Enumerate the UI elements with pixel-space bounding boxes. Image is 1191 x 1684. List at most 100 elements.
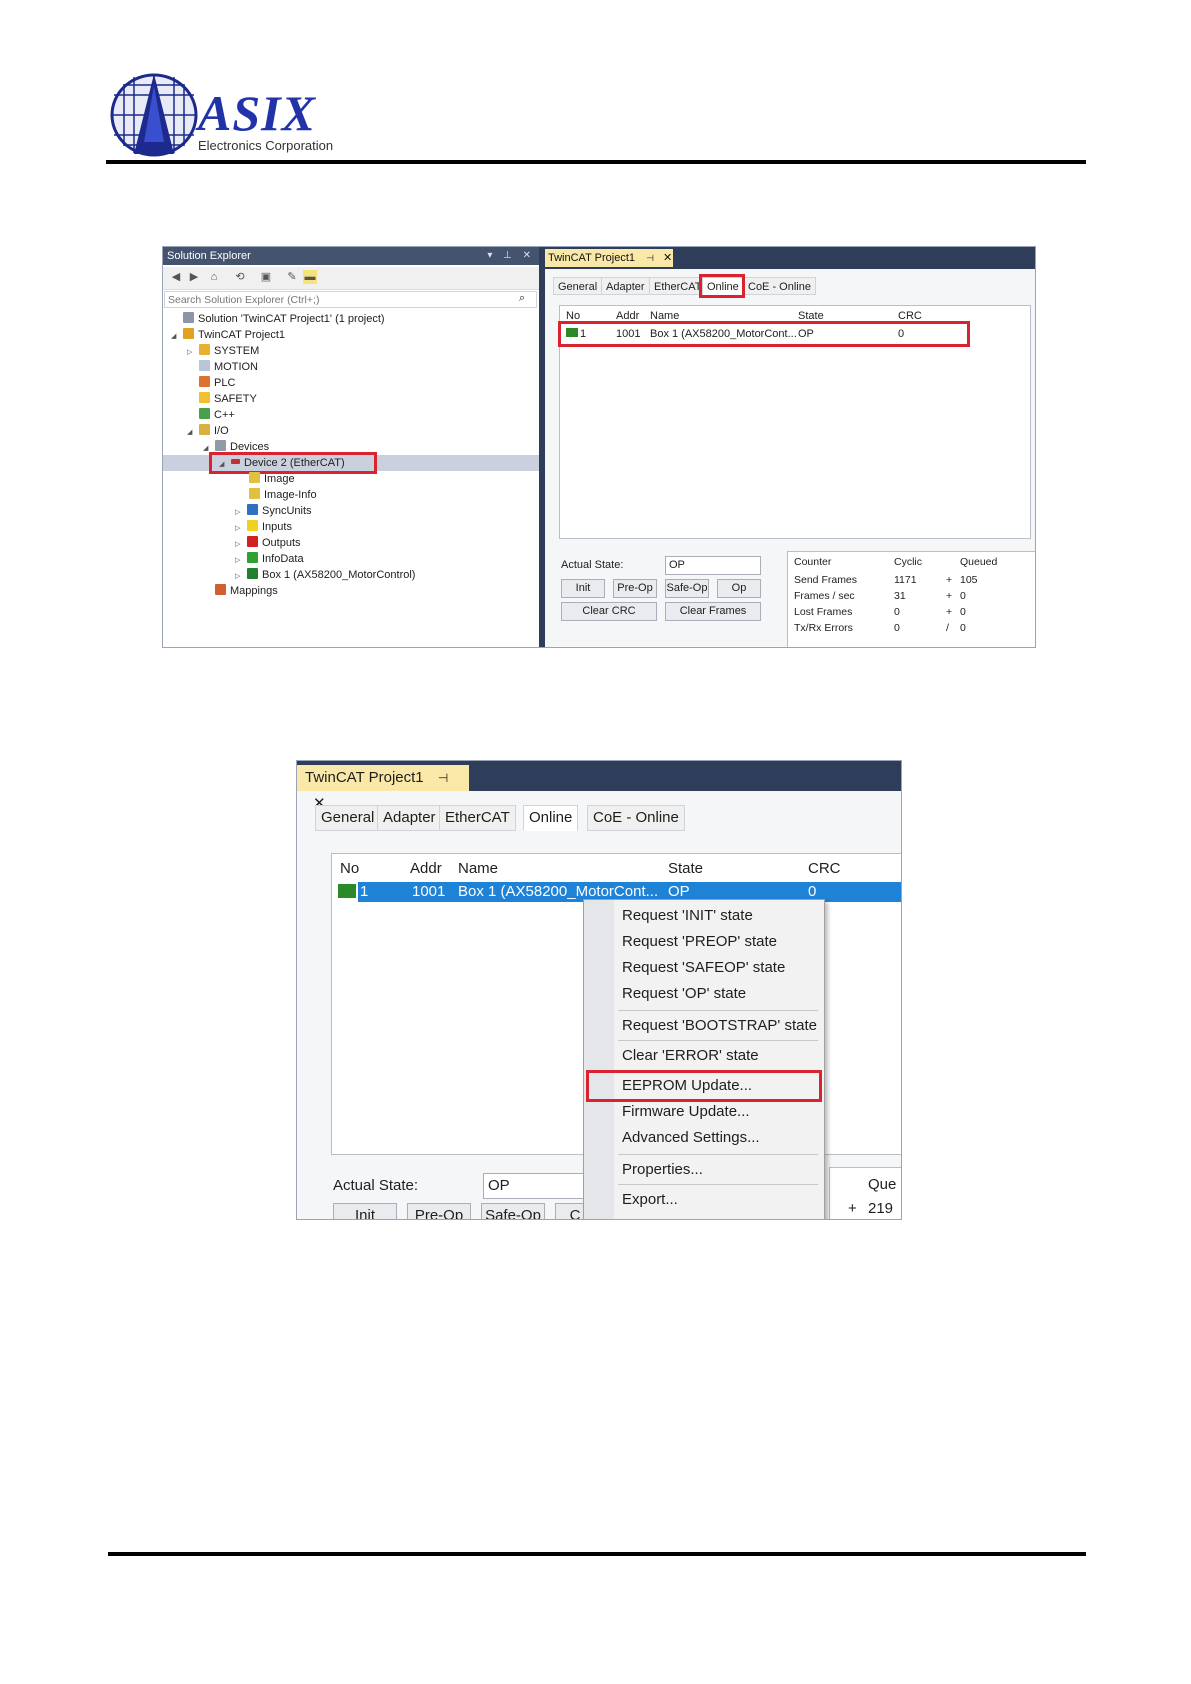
solution-explorer-title: Solution Explorer: [167, 250, 251, 262]
plc-icon: [199, 376, 210, 387]
box-icon: [247, 568, 258, 579]
subtab-adapter[interactable]: Adapter: [377, 805, 442, 831]
tree-safety[interactable]: SAFETY: [187, 391, 257, 407]
screenshot-solution-explorer: Solution Explorer ▾ ⊥ ✕ ◀ ▶ ⌂ ⟲ ▣ ✎ ▬ Se…: [162, 246, 1036, 648]
inputs-icon: [247, 520, 258, 531]
table-row: Tx/Rx Errors 0 / 0: [794, 622, 966, 634]
subtab-coe-online[interactable]: CoE - Online: [587, 805, 685, 831]
safety-icon: [199, 392, 210, 403]
tree-image[interactable]: Image: [249, 471, 295, 487]
outputs-icon: [247, 536, 258, 547]
menu-item-request-preop[interactable]: Request 'PREOP' state: [622, 930, 777, 954]
col-state[interactable]: State: [668, 858, 703, 880]
pin-tab-icon[interactable]: ⊣: [438, 771, 448, 785]
col-name[interactable]: Name: [458, 858, 498, 880]
safe-op-button[interactable]: Safe-Op: [665, 579, 709, 598]
tree-io[interactable]: ◢ I/O: [187, 423, 229, 439]
actual-state-label: Actual State:: [333, 1177, 419, 1194]
tree-image-info[interactable]: Image-Info: [249, 487, 317, 503]
queued-header-partial: Que: [868, 1176, 897, 1193]
tree-motion[interactable]: MOTION: [187, 359, 258, 375]
subtab-coe-online[interactable]: CoE - Online: [743, 277, 816, 295]
menu-icon-gutter: [584, 900, 614, 1219]
menu-item-request-bootstrap[interactable]: Request 'BOOTSTRAP' state: [622, 1014, 817, 1038]
subtab-online[interactable]: Online: [523, 805, 579, 831]
tree-project[interactable]: ◢ TwinCAT Project1: [171, 327, 285, 343]
menu-item-advanced-settings[interactable]: Advanced Settings...: [622, 1126, 760, 1150]
pre-op-button[interactable]: Pre-Op: [407, 1203, 471, 1219]
subtab-general[interactable]: General: [315, 805, 381, 831]
header-rule: [106, 160, 1086, 164]
subtab-adapter[interactable]: Adapter: [601, 277, 650, 295]
clear-crc-button[interactable]: Clear CRC: [561, 602, 657, 621]
tree-mappings[interactable]: Mappings: [203, 583, 278, 599]
tree-box-1[interactable]: ▷ Box 1 (AX58200_MotorControl): [235, 567, 415, 583]
devices-icon: [215, 440, 226, 451]
init-button[interactable]: Init: [333, 1203, 397, 1219]
frame-stats-partial: Que + 219: [829, 1167, 901, 1219]
menu-item-export[interactable]: Export...: [622, 1188, 678, 1212]
tree-outputs[interactable]: ▷ Outputs: [235, 535, 301, 551]
init-button[interactable]: Init: [561, 579, 605, 598]
pin-tab-icon[interactable]: ⊣: [646, 253, 654, 263]
clear-frames-button[interactable]: Clear Frames: [665, 602, 761, 621]
solution-search-input[interactable]: Search Solution Explorer (Ctrl+;): [164, 291, 537, 308]
col-crc[interactable]: CRC: [808, 858, 841, 880]
subtab-ethercat[interactable]: EtherCAT: [649, 277, 707, 295]
tree-solution[interactable]: Solution 'TwinCAT Project1' (1 project): [171, 311, 385, 327]
menu-item-request-init[interactable]: Request 'INIT' state: [622, 904, 753, 928]
search-icon[interactable]: ⌕: [519, 292, 525, 305]
subtab-general[interactable]: General: [553, 277, 603, 295]
highlight-online-tab: [699, 274, 745, 298]
tree-syncunits[interactable]: ▷ SyncUnits: [235, 503, 312, 519]
history-icon[interactable]: ⟲: [233, 270, 247, 284]
tree-inputs[interactable]: ▷ Inputs: [235, 519, 292, 535]
tree-infodata[interactable]: ▷ InfoData: [235, 551, 304, 567]
window-controls[interactable]: ▾ ⊥ ✕: [487, 247, 535, 265]
menu-item-firmware-update[interactable]: Firmware Update...: [622, 1100, 750, 1124]
pre-op-button[interactable]: Pre-Op: [613, 579, 657, 598]
twincat-body: General Adapter EtherCAT Online CoE - On…: [545, 269, 1035, 647]
footer-rule: [108, 1552, 1086, 1556]
menu-item-request-safeop[interactable]: Request 'SAFEOP' state: [622, 956, 785, 980]
tab-twincat-project1[interactable]: TwinCAT Project1 ⊣ ✕: [545, 249, 673, 267]
menu-item-request-op[interactable]: Request 'OP' state: [622, 982, 746, 1006]
solution-explorer-titlebar: Solution Explorer ▾ ⊥ ✕: [163, 247, 539, 265]
image-info-icon: [249, 488, 260, 499]
tree-cpp[interactable]: C++: [187, 407, 235, 423]
tab-twincat-project1[interactable]: TwinCAT Project1 ⊣ ✕: [297, 765, 469, 812]
actual-state-label: Actual State:: [561, 559, 624, 571]
frame-stats-table: Counter Cyclic Queued Send Frames 1171 +…: [787, 551, 1035, 647]
menu-item-properties[interactable]: Properties...: [622, 1158, 703, 1182]
menu-item-clear-error[interactable]: Clear 'ERROR' state: [622, 1044, 759, 1068]
collapse-all-icon[interactable]: ▣: [259, 270, 273, 284]
syncunits-icon: [247, 504, 258, 515]
properties-wrench-icon[interactable]: ✎: [285, 270, 299, 284]
safe-op-button[interactable]: Safe-Op: [481, 1203, 545, 1219]
twincat-project-icon: [183, 328, 194, 339]
actual-state-field: OP: [483, 1173, 593, 1199]
back-icon[interactable]: ◀: [169, 270, 183, 284]
subtab-ethercat[interactable]: EtherCAT: [439, 805, 516, 831]
highlight-slave-row: [558, 321, 970, 347]
cpp-icon: [199, 408, 210, 419]
slave-list: No Addr Name State CRC 1 1001 Box 1 (AX5…: [558, 305, 1031, 539]
col-addr[interactable]: Addr: [410, 858, 442, 880]
tree-system[interactable]: ▷ SYSTEM: [187, 343, 259, 359]
menu-separator: [618, 1040, 818, 1041]
stats-op-partial: +: [848, 1200, 857, 1217]
pin-icon[interactable]: ▬: [303, 270, 317, 284]
forward-icon[interactable]: ▶: [187, 270, 201, 284]
context-menu: Request 'INIT' state Request 'PREOP' sta…: [583, 899, 825, 1219]
solution-explorer-toolbar: ◀ ▶ ⌂ ⟲ ▣ ✎ ▬: [163, 267, 539, 290]
solution-explorer-panel: Solution Explorer ▾ ⊥ ✕ ◀ ▶ ⌂ ⟲ ▣ ✎ ▬ Se…: [163, 247, 539, 647]
tree-plc[interactable]: PLC: [187, 375, 235, 391]
infodata-icon: [247, 552, 258, 563]
slave-box-icon: [338, 884, 356, 898]
op-button[interactable]: Op: [717, 579, 761, 598]
col-no[interactable]: No: [340, 858, 359, 880]
mappings-icon: [215, 584, 226, 595]
home-icon[interactable]: ⌂: [207, 270, 221, 284]
actual-state-field: OP: [665, 556, 761, 575]
close-tab-icon[interactable]: ✕: [663, 252, 672, 264]
